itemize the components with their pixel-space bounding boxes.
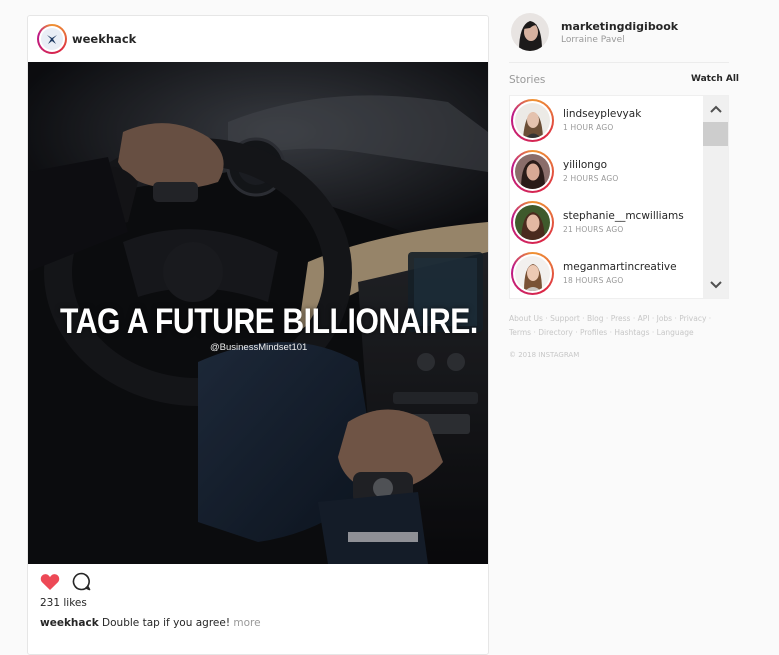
story-username: lindseyplevyak [563, 108, 642, 120]
story-avatar [515, 255, 550, 291]
footer-link[interactable]: API [638, 314, 650, 323]
story-item[interactable]: lindseyplevyak 1 HOUR AGO [511, 96, 703, 144]
footer-link[interactable]: Blog [587, 314, 604, 323]
story-ring [511, 98, 554, 142]
footer-link[interactable]: Jobs [657, 314, 672, 323]
copyright: © 2018 INSTAGRAM [509, 351, 580, 359]
more-link[interactable]: more [233, 617, 260, 629]
watch-all-link[interactable]: Watch All [691, 74, 739, 84]
story-ring [511, 200, 554, 244]
footer-link[interactable]: Terms [509, 328, 531, 337]
heart-icon[interactable] [40, 573, 60, 591]
post-header: weekhack [28, 16, 488, 62]
story-avatar [515, 204, 550, 240]
stories-scrollbar[interactable] [703, 96, 728, 298]
story-username: yililongo [563, 159, 608, 171]
post-avatar-ring[interactable] [37, 24, 67, 54]
post-username[interactable]: weekhack [72, 32, 136, 46]
image-overlay-text: TAG A FUTURE BILLIONAIRE. [60, 302, 478, 341]
profile-username[interactable]: marketingdigibook [561, 20, 678, 33]
footer-link[interactable]: Privacy [679, 314, 706, 323]
scrollbar-thumb[interactable] [703, 122, 728, 146]
sidebar-divider [509, 62, 729, 63]
likes-count[interactable]: 231 likes [40, 597, 87, 609]
story-time: 1 HOUR AGO [563, 123, 614, 132]
stories-title: Stories [509, 74, 546, 86]
story-username: stephanie__mcwilliams [563, 210, 684, 222]
stories-list: lindseyplevyak 1 HOUR AGO yililongo 2 HO… [509, 95, 729, 299]
image-overlay-handle: @BusinessMindset101 [210, 342, 308, 353]
story-avatar [515, 153, 550, 189]
story-time: 18 HOURS AGO [563, 276, 624, 285]
footer-link[interactable]: Support [550, 314, 580, 323]
footer-link[interactable]: Language [657, 328, 694, 337]
post-caption: weekhack Double tap if you agree! more [40, 617, 261, 629]
story-time: 21 HOURS AGO [563, 225, 624, 234]
story-avatar [515, 102, 550, 138]
caption-username[interactable]: weekhack [40, 617, 99, 629]
current-user-profile[interactable]: marketingdigibook Lorraine Pavel [511, 13, 678, 51]
profile-avatar[interactable] [511, 13, 549, 51]
footer-link[interactable]: Profiles [580, 328, 607, 337]
footer-links: About Us · Support · Blog · Press · API … [509, 314, 712, 337]
story-item[interactable]: yililongo 2 HOURS AGO [511, 147, 703, 195]
footer-link[interactable]: Press [611, 314, 631, 323]
story-username: meganmartincreative [563, 261, 677, 273]
post-card: weekhack TAG A FUTURE BILLIONAIRE. @Busi… [27, 15, 489, 655]
footer-link[interactable]: Directory [538, 328, 573, 337]
chevron-up-icon[interactable] [703, 98, 728, 120]
post-image[interactable]: TAG A FUTURE BILLIONAIRE. @BusinessMinds… [28, 62, 488, 564]
post-actions [40, 572, 91, 591]
story-ring [511, 149, 554, 193]
bird-logo-icon [47, 35, 57, 44]
footer-link[interactable]: About Us [509, 314, 543, 323]
chevron-down-icon[interactable] [703, 274, 728, 296]
caption-text: Double tap if you agree! [98, 617, 234, 629]
profile-full-name: Lorraine Pavel [561, 34, 625, 45]
comment-icon[interactable] [72, 572, 91, 591]
story-time: 2 HOURS AGO [563, 174, 619, 183]
footer-link[interactable]: Hashtags [614, 328, 649, 337]
story-item[interactable]: meganmartincreative 18 HOURS AGO [511, 249, 703, 297]
story-ring [511, 251, 554, 295]
story-item[interactable]: stephanie__mcwilliams 21 HOURS AGO [511, 198, 703, 246]
post-avatar [41, 28, 63, 50]
